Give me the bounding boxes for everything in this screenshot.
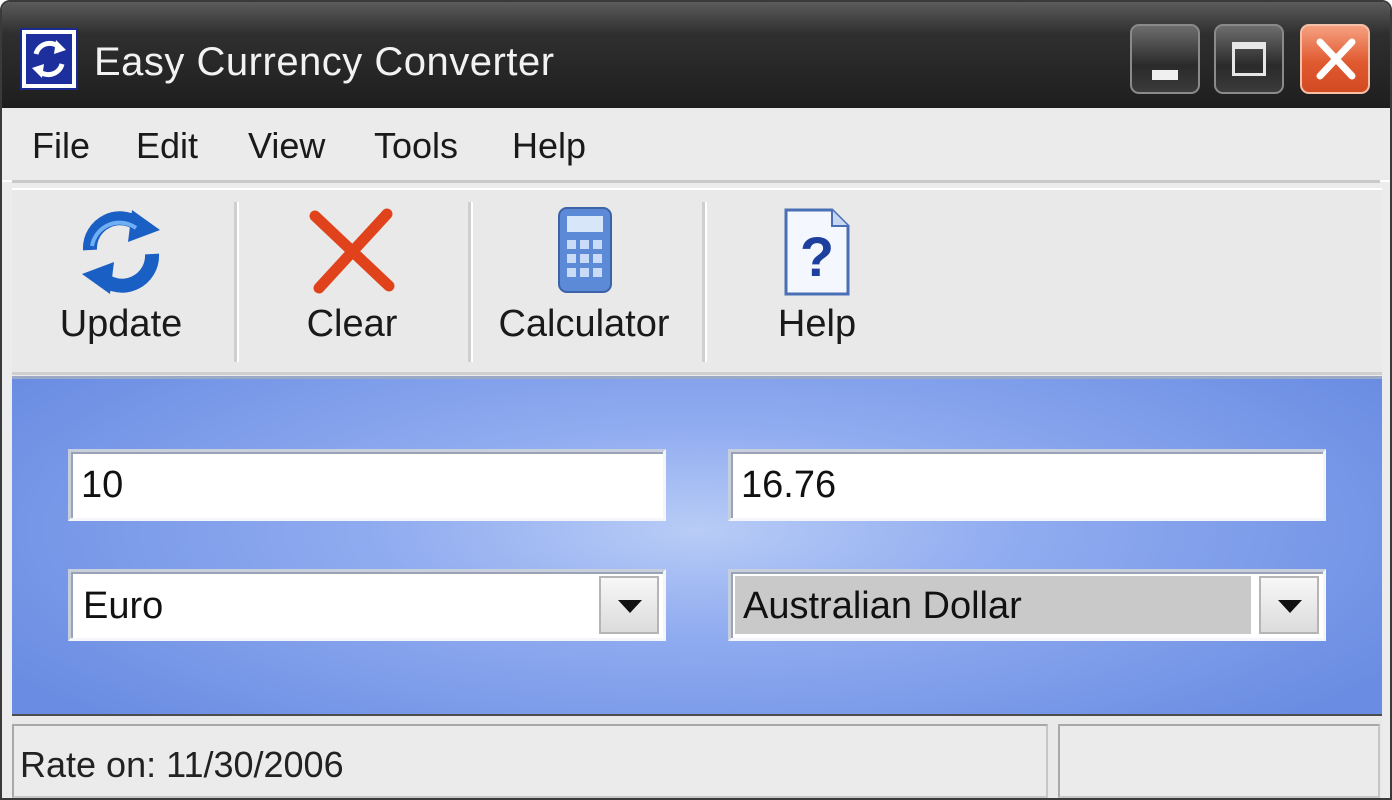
menu-help[interactable]: Help: [512, 126, 586, 166]
menu-file[interactable]: File: [32, 126, 90, 166]
calculator-label: Calculator: [498, 303, 670, 345]
chevron-down-icon: [618, 600, 642, 613]
toolbar-separator: [702, 202, 707, 362]
menu-view[interactable]: View: [248, 126, 325, 166]
from-amount-input[interactable]: [81, 460, 649, 510]
help-label: Help: [777, 303, 857, 345]
clear-label: Clear: [306, 303, 398, 345]
update-button[interactable]: Update: [26, 190, 216, 372]
to-amount-field[interactable]: [728, 449, 1326, 521]
toolbar: Update Clear Calculator ? Help: [12, 188, 1382, 375]
update-label: Update: [59, 303, 183, 345]
help-button[interactable]: ? Help: [742, 190, 892, 372]
menu-tools[interactable]: Tools: [374, 126, 458, 166]
from-currency-dropdown-button[interactable]: [599, 576, 659, 634]
from-amount-field[interactable]: [68, 449, 666, 521]
clear-button[interactable]: Clear: [262, 190, 442, 372]
status-bar: Rate on: 11/30/2006: [12, 714, 1382, 798]
from-currency-value: Euro: [83, 585, 164, 627]
app-window: Easy Currency Converter File Edit View T…: [0, 0, 1392, 800]
window-title: Easy Currency Converter: [94, 40, 555, 84]
from-currency-select[interactable]: Euro: [68, 569, 666, 641]
close-icon: [1316, 38, 1356, 80]
calculator-button[interactable]: Calculator: [486, 190, 682, 372]
maximize-button[interactable]: [1214, 24, 1284, 94]
menu-divider: [12, 180, 1380, 183]
toolbar-separator: [468, 202, 473, 362]
status-pane-secondary: [1058, 724, 1380, 798]
to-currency-select[interactable]: Australian Dollar: [728, 569, 1326, 641]
to-amount-input[interactable]: [741, 460, 1309, 510]
minimize-icon: [1152, 70, 1178, 80]
toolbar-separator: [234, 202, 239, 362]
chevron-down-icon: [1278, 600, 1302, 613]
help-document-icon: ?: [784, 208, 850, 296]
rate-date-text: Rate on: 11/30/2006: [20, 744, 344, 785]
title-bar[interactable]: Easy Currency Converter: [2, 2, 1390, 108]
calculator-icon: [558, 207, 612, 293]
close-button[interactable]: [1300, 24, 1370, 94]
minimize-button[interactable]: [1130, 24, 1200, 94]
clear-x-icon: [309, 208, 395, 294]
status-pane-rate: Rate on: 11/30/2006: [12, 724, 1048, 798]
to-currency-dropdown-button[interactable]: [1259, 576, 1319, 634]
menu-bar: File Edit View Tools Help: [2, 108, 1390, 182]
maximize-icon: [1232, 42, 1266, 76]
app-icon: [20, 28, 78, 90]
svg-text:?: ?: [800, 225, 834, 288]
conversion-panel: Euro Australian Dollar: [12, 376, 1382, 715]
to-currency-value: Australian Dollar: [743, 585, 1022, 627]
update-arrows-icon: [82, 210, 160, 294]
menu-edit[interactable]: Edit: [136, 126, 198, 166]
